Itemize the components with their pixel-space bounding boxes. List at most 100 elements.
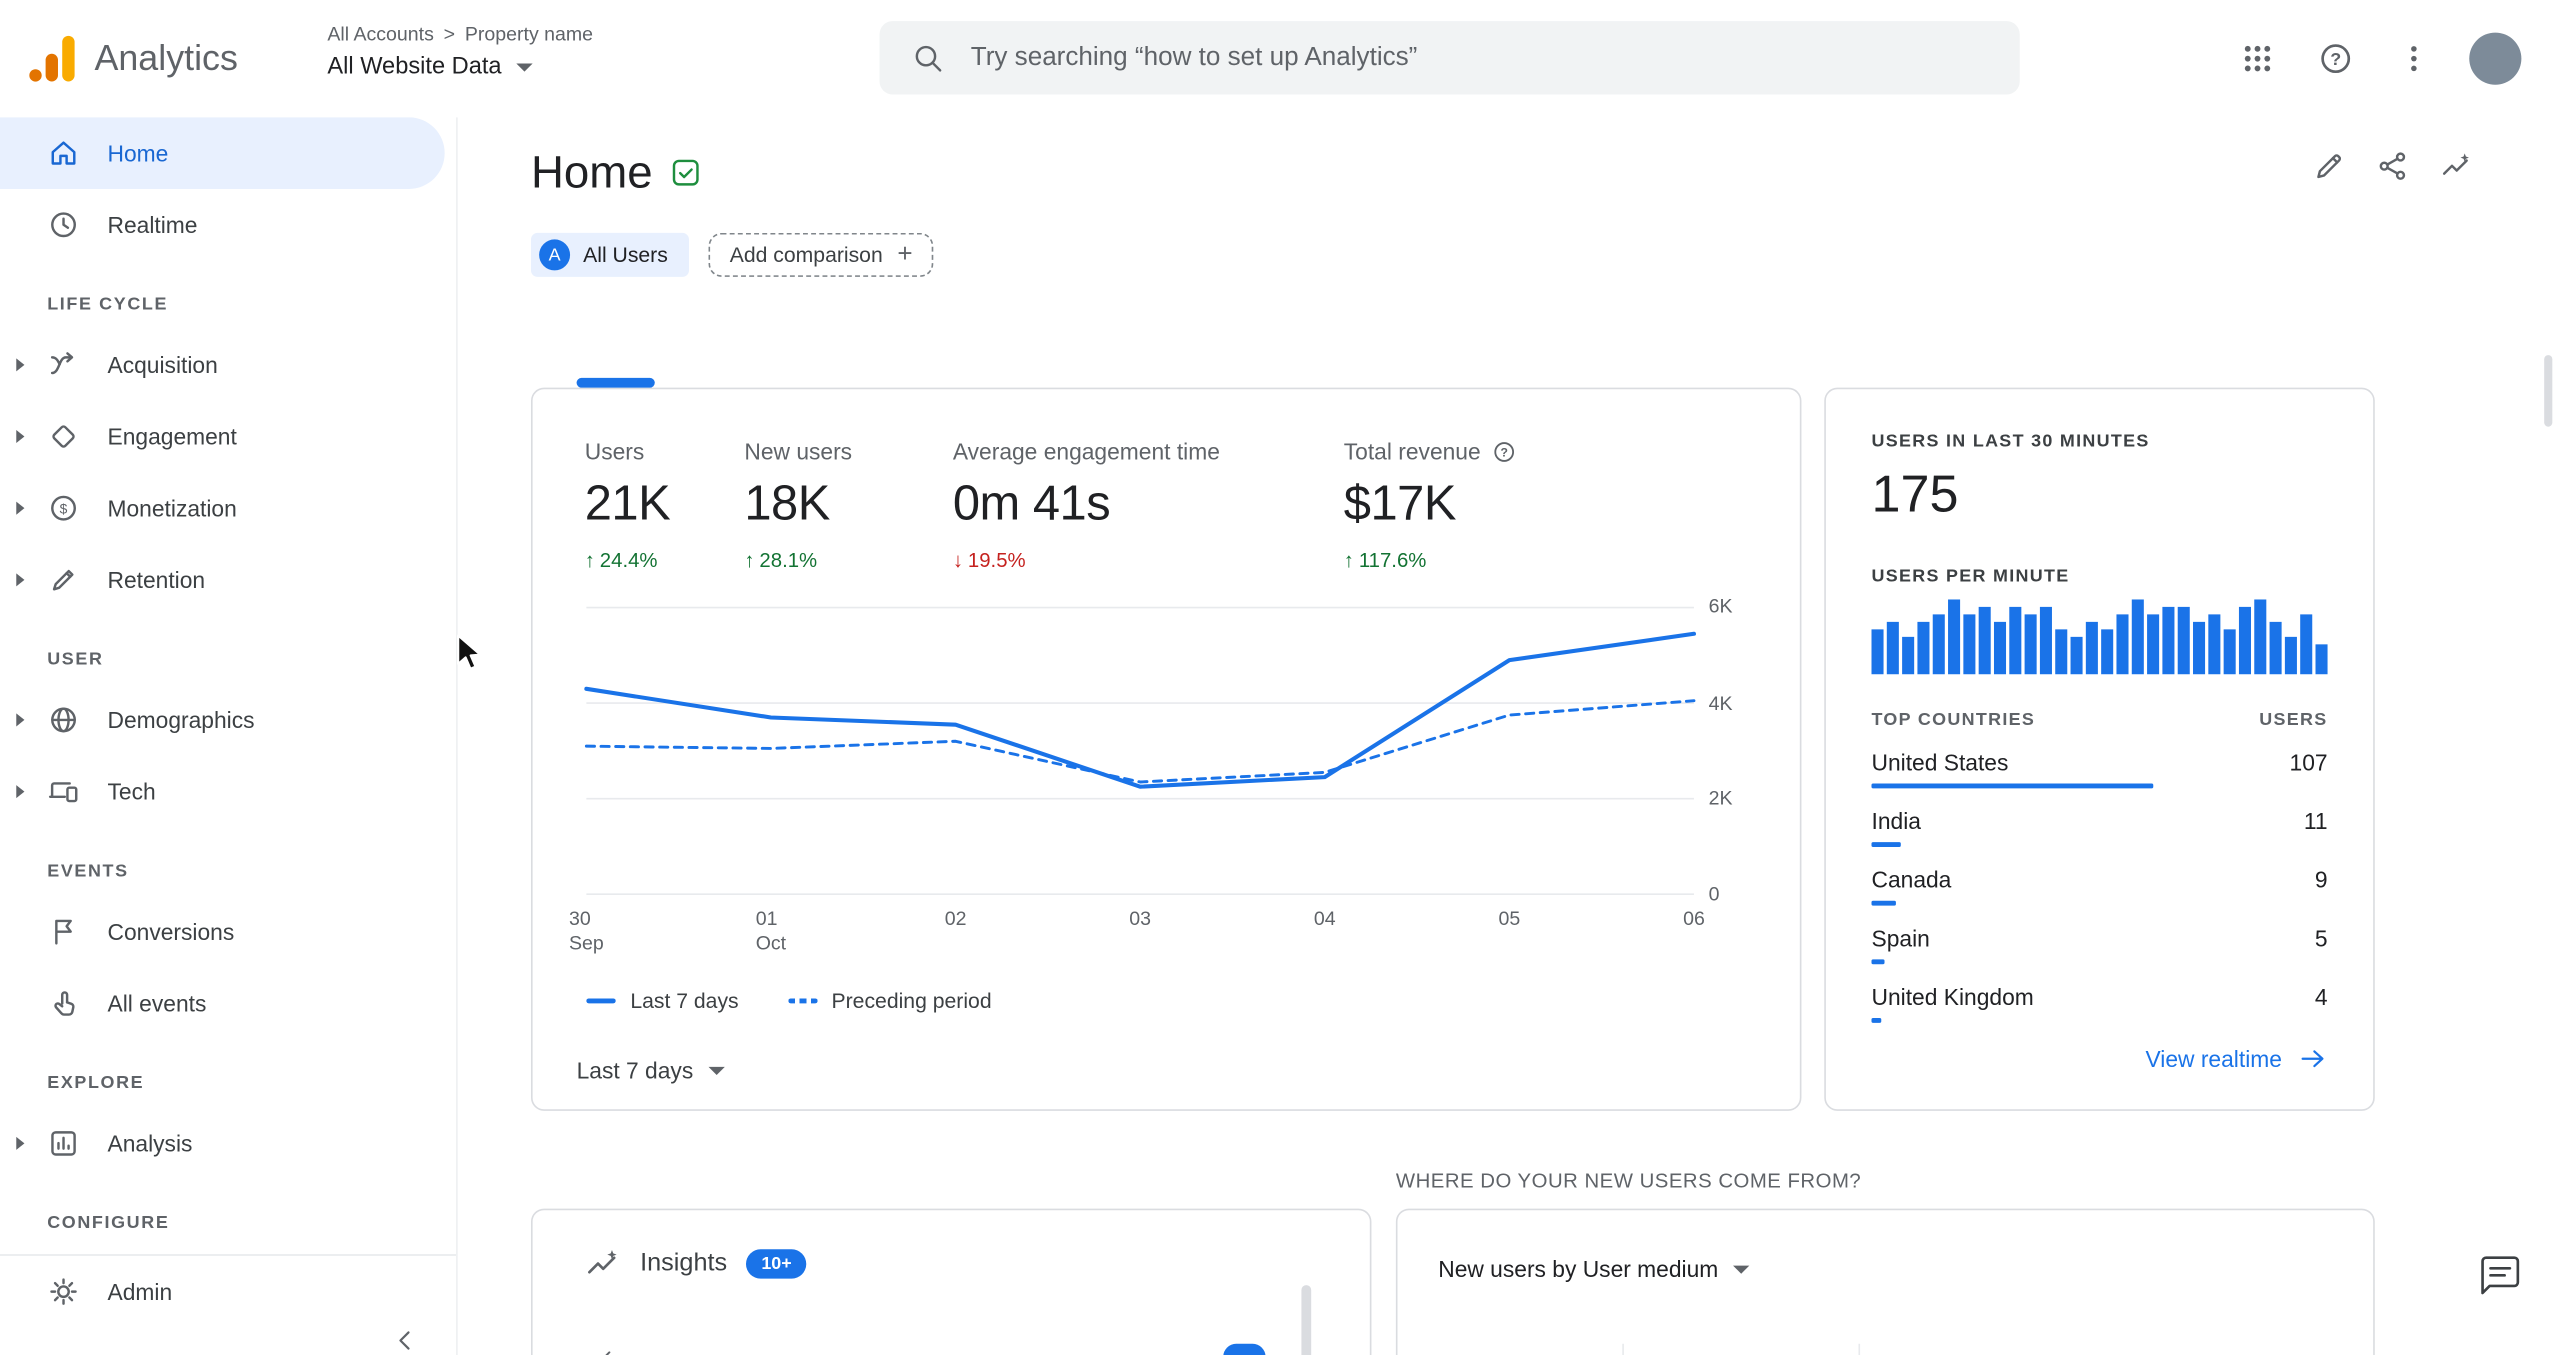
property-selector[interactable]: All Website Data bbox=[327, 54, 593, 80]
metric-avg-engagement-time[interactable]: Average engagement time 0m 41s ↓ 19.5% bbox=[953, 438, 1220, 572]
insight-list-item[interactable] bbox=[588, 1343, 1266, 1355]
sidebar-item-label: Retention bbox=[107, 566, 206, 593]
home-icon bbox=[51, 141, 76, 165]
active-tab-indicator bbox=[576, 377, 655, 388]
metric-total-revenue[interactable]: Total revenue ? $17K ↑ 117.6% bbox=[1344, 438, 1517, 572]
comparison-row: A All Users Add comparison + bbox=[530, 232, 934, 277]
country-row[interactable]: United States 107 bbox=[1871, 749, 2328, 789]
product-name: Analytics bbox=[94, 37, 238, 79]
add-comparison-button[interactable]: Add comparison + bbox=[708, 232, 934, 277]
users-per-minute-label: USERS PER MINUTE bbox=[1871, 566, 2070, 587]
metric-label: New users bbox=[744, 438, 853, 465]
sidebar-item-label: Acquisition bbox=[107, 351, 218, 378]
country-row[interactable]: Spain 5 bbox=[1871, 925, 2328, 965]
expand-chevron-icon[interactable] bbox=[16, 430, 25, 444]
x-axis-label: 30 Sep bbox=[568, 907, 604, 955]
metric-users[interactable]: Users 21K ↑ 24.4% bbox=[584, 438, 671, 572]
sidebar-item-conversions[interactable]: Conversions bbox=[0, 896, 456, 968]
plus-icon: + bbox=[897, 240, 913, 268]
edit-icon[interactable] bbox=[2313, 150, 2346, 183]
svg-text:?: ? bbox=[2330, 49, 2341, 69]
add-comparison-label: Add comparison bbox=[729, 242, 883, 268]
y-axis-label: 4K bbox=[1708, 692, 1733, 716]
new-users-card: New users by User medium bbox=[1395, 1208, 2375, 1355]
insight-badge bbox=[1223, 1343, 1266, 1355]
more-options-button[interactable] bbox=[2381, 26, 2446, 91]
trend-arrow-icon: ↑ bbox=[1343, 548, 1354, 572]
apps-grid-button[interactable] bbox=[2225, 26, 2290, 91]
search-icon bbox=[915, 45, 942, 71]
legend-label: Preceding period bbox=[831, 988, 992, 1014]
metric-label: Total revenue bbox=[1343, 438, 1481, 465]
metric-delta: ↑ 28.1% bbox=[744, 549, 852, 572]
expand-chevron-icon[interactable] bbox=[16, 358, 25, 372]
sidebar-item-realtime[interactable]: Realtime bbox=[0, 189, 456, 261]
expand-chevron-icon[interactable] bbox=[16, 1136, 25, 1150]
sidebar-item-label: Home bbox=[107, 140, 169, 167]
view-realtime-label: View realtime bbox=[2145, 1045, 2282, 1072]
users-per-minute-chart bbox=[1871, 599, 2328, 675]
share-icon[interactable] bbox=[2376, 150, 2409, 183]
overview-card: Users 21K ↑ 24.4% New users 18K ↑ 28.1% … bbox=[530, 377, 1802, 1111]
x-axis-label: 03 bbox=[1129, 907, 1152, 931]
sidebar-item-analysis[interactable]: Analysis bbox=[0, 1108, 456, 1180]
top-countries-label: TOP COUNTRIES bbox=[1871, 710, 2036, 730]
date-range-selector[interactable]: Last 7 days bbox=[577, 1057, 725, 1083]
country-row[interactable]: India 11 bbox=[1871, 808, 2328, 847]
country-row[interactable]: Canada 9 bbox=[1871, 867, 2328, 906]
view-realtime-link[interactable]: View realtime bbox=[2145, 1044, 2327, 1073]
country-name: United States bbox=[1871, 749, 2009, 776]
breadcrumb-account[interactable]: All Accounts bbox=[327, 23, 433, 46]
solid-line-swatch bbox=[586, 998, 616, 1004]
insights-scrollbar[interactable] bbox=[1301, 1285, 1312, 1355]
logo-area[interactable]: Analytics bbox=[26, 0, 238, 117]
sidebar-item-all-events[interactable]: All events bbox=[0, 968, 456, 1040]
trend-arrow-icon: ↓ bbox=[952, 548, 964, 572]
country-bar bbox=[1871, 783, 2154, 789]
analytics-app: Analytics All Accounts > Property name A… bbox=[0, 0, 2554, 1355]
sidebar-item-tech[interactable]: Tech bbox=[0, 756, 456, 828]
search-bar[interactable] bbox=[879, 21, 2020, 95]
metric-value: 0m 41s bbox=[952, 477, 1111, 531]
page-scrollbar-thumb[interactable] bbox=[2544, 355, 2553, 427]
metric-value: 21K bbox=[584, 477, 671, 531]
all-users-chip[interactable]: A All Users bbox=[530, 232, 690, 277]
metric-delta-value: 117.6% bbox=[1358, 548, 1427, 572]
country-bar bbox=[1871, 1018, 1882, 1023]
sidebar-item-home[interactable]: Home bbox=[0, 117, 445, 189]
chat-feedback-button[interactable] bbox=[2479, 1254, 2521, 1296]
insights-icon[interactable] bbox=[2440, 150, 2473, 183]
dimension-selector[interactable]: New users by User medium bbox=[1398, 1210, 2374, 1282]
sidebar-item-label: Demographics bbox=[107, 706, 255, 733]
sidebar-section-user: USER bbox=[47, 649, 104, 670]
breadcrumb-separator: > bbox=[443, 22, 456, 46]
country-row[interactable]: United Kingdom 4 bbox=[1871, 984, 2328, 1023]
svg-text:$: $ bbox=[60, 500, 68, 516]
sidebar-item-engagement[interactable]: Engagement bbox=[0, 401, 456, 473]
help-button[interactable]: ? bbox=[2303, 26, 2368, 91]
avatar[interactable] bbox=[2469, 32, 2522, 85]
analysis-icon bbox=[51, 1131, 76, 1156]
sidebar-item-monetization[interactable]: $ Monetization bbox=[0, 472, 456, 544]
collapse-sidebar-button[interactable] bbox=[391, 1326, 420, 1355]
sidebar-item-label: Engagement bbox=[107, 423, 237, 450]
x-axis-label: 01 Oct bbox=[755, 907, 787, 955]
sidebar-item-demographics[interactable]: Demographics bbox=[0, 684, 456, 756]
expand-chevron-icon[interactable] bbox=[16, 785, 25, 799]
data-quality-check-icon[interactable] bbox=[669, 156, 702, 189]
metric-value: $17K bbox=[1343, 477, 1457, 531]
chart-legend: Last 7 days Preceding period bbox=[586, 988, 992, 1014]
expand-chevron-icon[interactable] bbox=[16, 713, 25, 727]
metric-new-users[interactable]: New users 18K ↑ 28.1% bbox=[744, 438, 852, 572]
help-icon[interactable]: ? bbox=[1492, 439, 1516, 463]
expand-chevron-icon[interactable] bbox=[16, 501, 25, 515]
users-last-30-value: 175 bbox=[1871, 464, 1959, 523]
breadcrumb-property[interactable]: Property name bbox=[465, 23, 593, 46]
metric-delta: ↑ 24.4% bbox=[585, 549, 670, 572]
sidebar-item-admin[interactable]: Admin bbox=[0, 1256, 456, 1328]
sidebar-item-acquisition[interactable]: Acquisition bbox=[0, 329, 456, 401]
search-input[interactable] bbox=[970, 43, 1988, 73]
expand-chevron-icon[interactable] bbox=[16, 573, 25, 587]
sidebar-item-retention[interactable]: Retention bbox=[0, 544, 456, 616]
users-trend-chart[interactable]: 30 Sep 01 Oct 02 03 04 05 06 bbox=[569, 606, 1705, 954]
